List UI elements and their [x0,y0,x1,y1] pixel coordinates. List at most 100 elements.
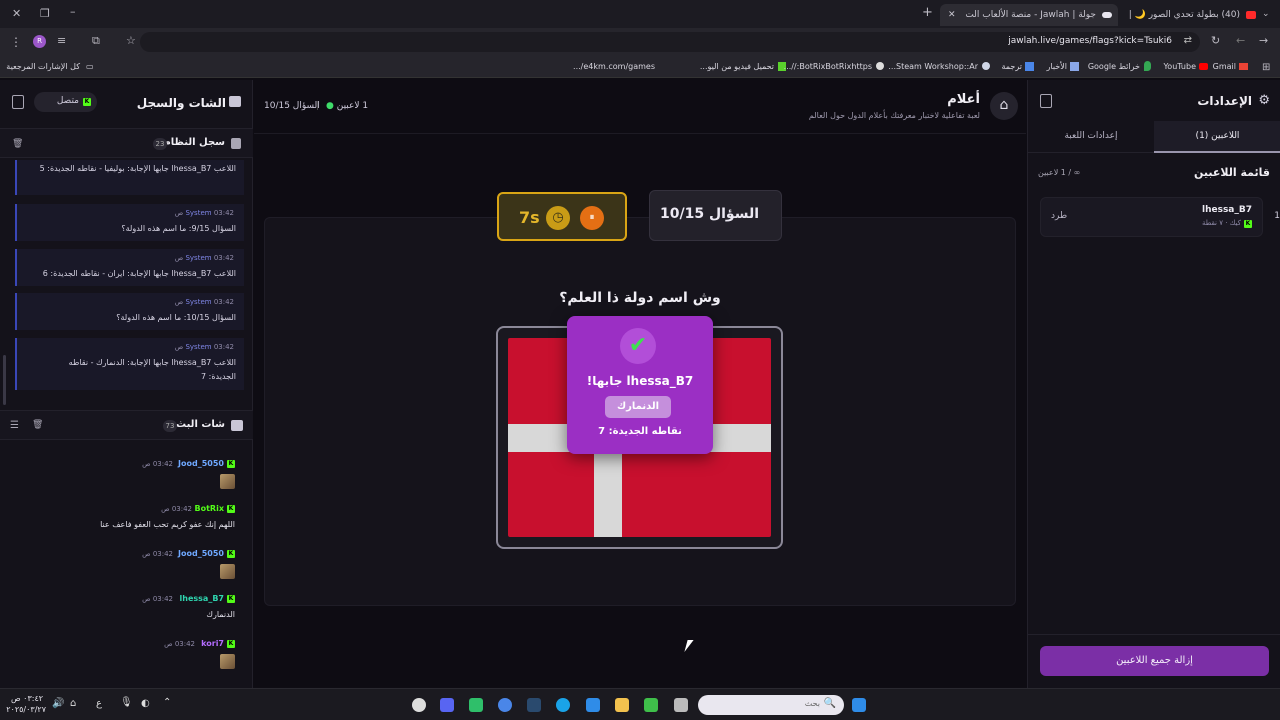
system-log-item: System 03:42 ص اللاعب lhessa_B7 جابها ال… [15,249,244,286]
system-log-count: 23 [153,138,167,150]
bookmark-steam[interactable]: Steam Workshop::Ar... [884,56,990,78]
show-hidden-icons-icon[interactable]: ⌃ [163,697,171,708]
site-settings-icon[interactable]: ⇄ [1184,35,1192,46]
settings-panel: ⚙ الإعدادات اللاعبين (1) إعدادات اللعبة … [1027,80,1280,688]
windows-start-icon[interactable] [852,698,866,712]
tab-players[interactable]: اللاعبين (1) [1154,121,1280,153]
winner-text: lhessa_B7 جابها! [586,374,694,388]
chat-panel-title: الشات والسجل [136,96,226,110]
system-log-item: System 03:42 ص السؤال 9/15: ما اسم هذه ا… [15,204,244,241]
bookmark-e4km[interactable]: e4km.com/games/... [573,56,655,78]
all-bookmarks-button[interactable]: ▭ كل الإشارات المرجعية [6,56,98,78]
tab-youtube[interactable]: ✕ (40) بطولة تحدي الصور 🌙 | عزيزي... [1120,4,1258,26]
app-green-icon[interactable] [469,698,483,712]
microphone-icon[interactable]: 🎙 [120,697,133,708]
answer-badge: الدنمارك [605,396,671,418]
settings-title: الإعدادات [1197,94,1252,108]
botrix-icon [876,62,884,70]
trash-icon[interactable]: 🗑 [32,420,43,430]
gmail-icon [1239,63,1248,70]
remove-all-players-button[interactable]: إزالة جميع اللاعبين [1040,646,1269,676]
kick-icon: K [227,550,235,558]
kick-icon: K [227,595,235,603]
game-launcher-icon[interactable] [644,698,658,712]
system-log-header: 🗑 سجل النظام 23 [0,128,253,158]
player-rank: 1 [1274,211,1280,221]
settings-tabs: اللاعبين (1) إعدادات اللعبة [1028,121,1280,153]
app-blue-icon[interactable] [586,698,600,712]
bookmark-gmail[interactable]: Gmail [1206,56,1248,78]
bookmark-star-icon[interactable]: ☆ [126,34,136,48]
discord-icon[interactable] [440,698,454,712]
menu-dots-icon[interactable]: ⋮ [10,35,22,49]
chat-message: K lhessa_B7 03:42 ص الدنمارك [142,594,235,619]
steam-taskbar-icon[interactable] [527,698,541,712]
folder-icon: ▭ [86,62,94,71]
media-controls-icon[interactable]: ≡ [57,34,66,48]
collapse-panel-icon[interactable] [1040,94,1052,108]
tray-app-icon[interactable]: ◐ [141,698,150,709]
browser-tab-bar: ✕ ❐ – ⌄ + ✕ جولة | Jawlah - منصة الألعاب… [0,0,1280,28]
tab-jawlah[interactable]: ✕ جولة | Jawlah - منصة الألعاب الت... [940,4,1118,26]
file-explorer-icon[interactable] [615,698,629,712]
url-field[interactable]: jawlah.live/games/flags?kick=Tsuki6 ⇄ [140,32,1200,52]
new-tab-icon[interactable]: + [922,6,933,20]
stream-chat-title: شات البث [176,419,225,430]
player-count: ∞ / 1 لاعبين [1038,168,1081,177]
bookmark-youtube[interactable]: YouTube [1150,56,1208,78]
info-icon [231,138,241,149]
chat-emote [220,564,235,579]
bookmark-google-maps[interactable]: خرائط Google [1076,56,1151,78]
back-icon[interactable]: → [1259,34,1268,48]
kick-icon: K [227,460,235,468]
system-log-scrollbar[interactable] [3,355,6,405]
tab-game-settings[interactable]: إعدادات اللعبة [1028,121,1154,153]
search-icon: 🔍 [823,698,836,709]
clock-icon: ◷ [546,206,570,230]
reload-icon[interactable]: ↻ [1211,34,1220,48]
home-button[interactable]: ⌂ [990,92,1018,120]
taskbar-clock[interactable]: ٠٣:٤٢ ص ٢٠٢٥/٠٣/٢٧ [6,693,46,715]
filter-icon[interactable]: ☰ [10,420,19,431]
forward-icon[interactable]: ← [1236,34,1245,48]
jawlah-favicon-icon [1102,12,1112,18]
new-points-text: نقاطه الجديدة: 7 [598,426,682,437]
system-log-item: اللاعب lhessa_B7 جابها الإجابة: بوليفيا … [15,160,244,195]
edge-icon[interactable] [556,698,570,712]
kick-player-button[interactable]: طرد [1051,211,1067,221]
game-subtitle: لعبة تفاعلية لاختبار معرفتك بأعلام الدول… [808,111,980,120]
language-indicator[interactable]: ع [96,698,102,709]
bookmark-news[interactable]: الأخبار [1032,56,1079,78]
chat-emote [220,474,235,489]
address-toolbar: ⋮ R ≡ ⧉ ☆ jawlah.live/games/flags?kick=T… [0,28,1280,56]
obs-icon[interactable] [412,698,426,712]
profile-avatar[interactable]: R [33,35,46,48]
bookmark-botrix[interactable]: BotRixBotRixhttps://... [782,56,884,78]
minimize-window-icon[interactable]: – [70,5,76,19]
volume-icon[interactable]: 🔊 [52,698,64,709]
bookmarks-bar: ▭ كل الإشارات المرجعية e4km.com/games/..… [0,56,1280,78]
pause-button[interactable]: ⏸ [580,206,604,230]
extensions-icon[interactable]: ⧉ [92,34,100,48]
apps-grid-icon[interactable]: ⊞ [1262,61,1270,75]
kick-icon: K [1244,220,1252,228]
bookmark-translate[interactable]: ترجمة [987,56,1034,78]
tab-search-icon[interactable]: ⌄ [1262,7,1270,21]
close-window-icon[interactable]: ✕ [12,7,21,21]
stream-chat-header: ☰ 🗑 شات البث 73 [0,410,253,440]
restore-window-icon[interactable]: ❐ [40,7,50,21]
taskbar-search[interactable]: 🔍 بحث [698,695,844,715]
chat-message: K kori7 03:42 ص [0,638,245,676]
game-header: السؤال 10/15 | 1 لاعبين ● ⌂ أعلام لعبة ت… [254,80,1026,134]
network-icon[interactable]: ⌂ [70,698,76,709]
chrome-icon[interactable] [498,698,512,712]
gear-icon: ⚙ [1258,93,1270,108]
kick-icon: K [83,98,91,106]
collapse-panel-icon[interactable] [12,95,24,109]
task-view-icon[interactable] [674,698,688,712]
bookmark-video-download[interactable]: تحميل فيديو من اليو... [684,56,786,78]
close-tab-icon[interactable]: ✕ [948,4,956,26]
trash-icon[interactable]: 🗑 [12,139,23,149]
player-name: lhessa_B7 [1201,205,1252,215]
question-text: وش اسم دولة ذا العلم؟ [559,290,721,306]
